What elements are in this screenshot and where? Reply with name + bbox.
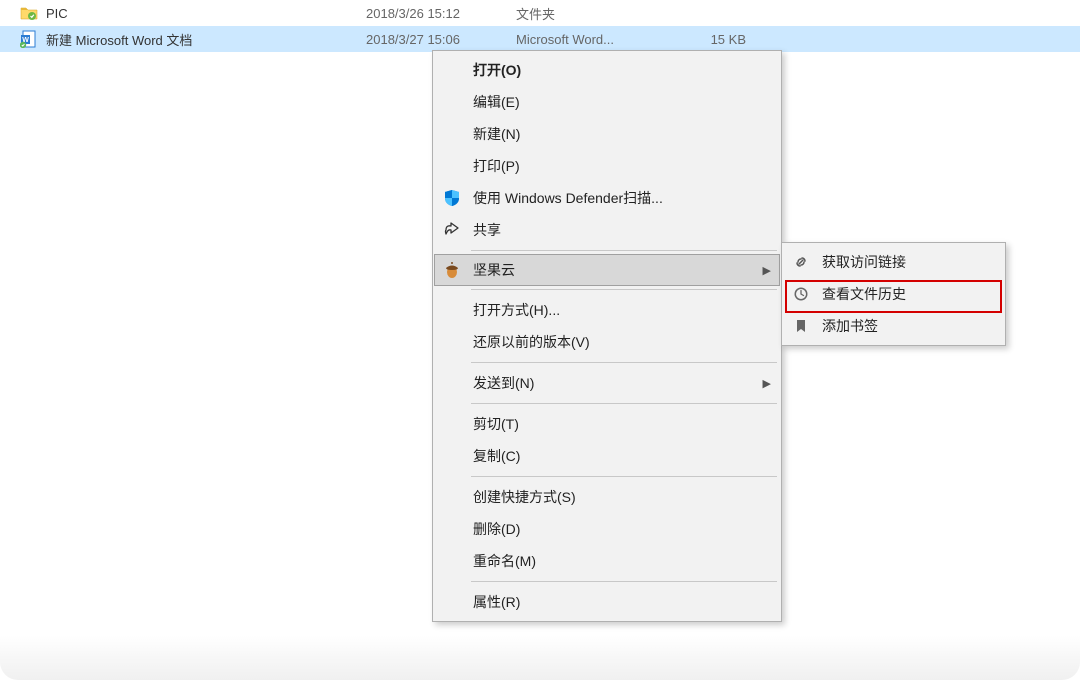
file-type: 文件夹 [516,4,666,23]
menu-jianguoyun[interactable]: 坚果云 ▶ [434,254,780,286]
blank-icon [441,155,463,177]
menu-open[interactable]: 打开(O) [435,54,779,86]
blank-icon [441,331,463,353]
menu-separator [471,403,777,404]
word-doc-icon: W [20,30,38,48]
blank-icon [441,550,463,572]
blank-icon [441,123,463,145]
menu-new[interactable]: 新建(N) [435,118,779,150]
clock-icon [790,283,812,305]
submenu-add-bookmark[interactable]: 添加书签 [784,310,1003,342]
blank-icon [441,299,463,321]
menu-restore[interactable]: 还原以前的版本(V) [435,326,779,358]
menu-separator [471,362,777,363]
menu-copy[interactable]: 复制(C) [435,440,779,472]
submenu-get-link[interactable]: 获取访问链接 [784,246,1003,278]
file-row[interactable]: W 新建 Microsoft Word 文档 2018/3/27 15:06 M… [0,26,1080,52]
blank-icon [441,445,463,467]
menu-separator [471,476,777,477]
submenu-arrow-icon: ▶ [763,377,771,390]
blank-icon [441,59,463,81]
file-size: 15 KB [666,32,746,47]
decorative-shadow [0,635,1080,680]
file-type: Microsoft Word... [516,32,666,47]
blank-icon [441,591,463,613]
menu-share[interactable]: 共享 [435,214,779,246]
menu-properties[interactable]: 属性(R) [435,586,779,618]
submenu-view-history[interactable]: 查看文件历史 [784,278,1003,310]
link-icon [790,251,812,273]
menu-send-to[interactable]: 发送到(N) ▶ [435,367,779,399]
file-list: PIC 2018/3/26 15:12 文件夹 W 新建 Microsoft W… [0,0,1080,52]
menu-separator [471,581,777,582]
file-date: 2018/3/27 15:06 [366,32,516,47]
share-icon [441,219,463,241]
menu-cut[interactable]: 剪切(T) [435,408,779,440]
file-name: 新建 Microsoft Word 文档 [46,30,366,49]
file-date: 2018/3/26 15:12 [366,6,516,21]
submenu-arrow-icon: ▶ [763,264,771,277]
bookmark-icon [790,315,812,337]
menu-delete[interactable]: 删除(D) [435,513,779,545]
blank-icon [441,372,463,394]
menu-rename[interactable]: 重命名(M) [435,545,779,577]
shield-icon [441,187,463,209]
menu-shortcut[interactable]: 创建快捷方式(S) [435,481,779,513]
menu-edit[interactable]: 编辑(E) [435,86,779,118]
file-row[interactable]: PIC 2018/3/26 15:12 文件夹 [0,0,1080,26]
menu-separator [471,289,777,290]
menu-open-with[interactable]: 打开方式(H)... [435,294,779,326]
context-menu: 打开(O) 编辑(E) 新建(N) 打印(P) 使用 Windows Defen… [432,50,782,622]
blank-icon [441,413,463,435]
submenu-jianguoyun: 获取访问链接 查看文件历史 添加书签 [781,242,1006,346]
file-name: PIC [46,6,366,21]
folder-icon [20,4,38,22]
menu-print[interactable]: 打印(P) [435,150,779,182]
blank-icon [441,91,463,113]
menu-defender[interactable]: 使用 Windows Defender扫描... [435,182,779,214]
menu-separator [471,250,777,251]
blank-icon [441,518,463,540]
acorn-icon [441,259,463,281]
blank-icon [441,486,463,508]
